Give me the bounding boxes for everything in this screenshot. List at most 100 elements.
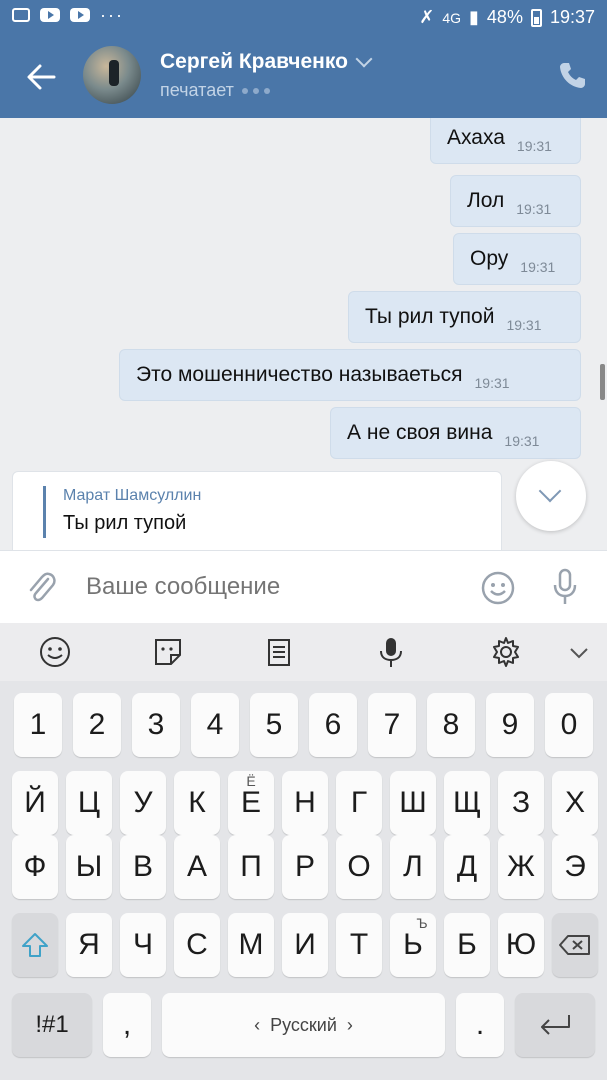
message-list[interactable]: Ахаха 19:31 Лол 19:31 Ору 19:31 Ты рил т…	[0, 118, 607, 550]
collapse-keyboard-icon[interactable]	[562, 635, 596, 669]
key-letter[interactable]: К	[174, 771, 220, 835]
key-letter[interactable]: Р	[282, 835, 328, 899]
message-text: Ору	[470, 247, 509, 270]
emoji-icon[interactable]	[38, 635, 72, 669]
key-letter[interactable]: О	[336, 835, 382, 899]
key-letter-soft[interactable]: Ъ Ь	[390, 913, 436, 977]
mute-icon: ✗	[419, 7, 435, 27]
keyboard-toolbar	[0, 623, 607, 681]
network-type: 4G	[442, 9, 462, 26]
youtube-notification-icon-2	[70, 8, 90, 22]
shift-arrow-icon	[22, 933, 48, 957]
message-time: 19:31	[516, 201, 552, 217]
message-text: Это мошенничество называеться	[136, 363, 463, 386]
key-letter[interactable]: А	[174, 835, 220, 899]
key-letter[interactable]: М	[228, 913, 274, 977]
key-letter[interactable]: Н	[282, 771, 328, 835]
typing-label: печатает	[160, 80, 234, 100]
key-letter[interactable]: З	[498, 771, 544, 835]
key-letter-e[interactable]: Ё Е	[228, 771, 274, 835]
space-key[interactable]: ‹ Русский ›	[162, 993, 445, 1057]
key-letter[interactable]: Д	[444, 835, 490, 899]
key-letter[interactable]: Б	[444, 913, 490, 977]
message-composer	[0, 550, 607, 623]
contact-name[interactable]: Сергей Кравченко	[160, 50, 373, 74]
message-bubble[interactable]: Лол 19:31	[450, 175, 581, 227]
avatar[interactable]	[83, 46, 141, 104]
message-input[interactable]	[86, 573, 446, 601]
key-letter[interactable]: Л	[390, 835, 436, 899]
message-text: А не своя вина	[347, 421, 493, 444]
key-alt-char: Ё	[246, 773, 256, 789]
key-letter[interactable]: Щ	[444, 771, 490, 835]
backspace-icon	[559, 935, 590, 955]
symbols-key[interactable]: !#1	[12, 993, 92, 1057]
key-letter[interactable]: Ш	[390, 771, 436, 835]
key-1[interactable]: 1	[14, 693, 62, 757]
key-letter[interactable]: Г	[336, 771, 382, 835]
key-letter[interactable]: Э	[552, 835, 598, 899]
attach-icon[interactable]	[26, 569, 56, 605]
key-6[interactable]: 6	[309, 693, 357, 757]
key-9[interactable]: 9	[486, 693, 534, 757]
key-letter[interactable]: Т	[336, 913, 382, 977]
key-letter[interactable]: С	[174, 913, 220, 977]
sticker-icon[interactable]	[151, 635, 185, 669]
key-letter[interactable]: В	[120, 835, 166, 899]
incoming-message-bubble[interactable]: Марат Шамсуллин Ты рил тупой	[12, 471, 502, 550]
key-letter[interactable]: Ц	[66, 771, 112, 835]
key-char: Ь	[403, 928, 423, 961]
scroll-down-button[interactable]	[516, 461, 586, 531]
key-7[interactable]: 7	[368, 693, 416, 757]
language-left-arrow-icon: ‹	[254, 1014, 261, 1035]
key-3[interactable]: 3	[132, 693, 180, 757]
microphone-icon[interactable]	[551, 567, 579, 607]
gallery-notification-icon	[12, 8, 30, 22]
key-letter[interactable]: И	[282, 913, 328, 977]
key-0[interactable]: 0	[545, 693, 593, 757]
key-letter[interactable]: У	[120, 771, 166, 835]
comma-key[interactable]: ,	[103, 993, 151, 1057]
key-letter[interactable]: Х	[552, 771, 598, 835]
key-letter[interactable]: Ю	[498, 913, 544, 977]
key-letter[interactable]: Й	[12, 771, 58, 835]
key-alt-char: Ъ	[416, 915, 428, 931]
key-letter[interactable]: Я	[66, 913, 112, 977]
key-2[interactable]: 2	[73, 693, 121, 757]
key-letter[interactable]: Ж	[498, 835, 544, 899]
enter-key[interactable]	[515, 993, 595, 1057]
space-key-label: ‹ Русский ›	[254, 1015, 353, 1036]
settings-gear-icon[interactable]	[489, 635, 523, 669]
key-letter[interactable]: П	[228, 835, 274, 899]
voice-input-icon[interactable]	[374, 635, 408, 669]
clipboard-icon[interactable]	[262, 635, 296, 669]
message-time: 19:31	[520, 259, 556, 275]
shift-key[interactable]	[12, 913, 58, 977]
message-bubble[interactable]: Это мошенничество называеться 19:31	[119, 349, 581, 401]
key-letter[interactable]: Ы	[66, 835, 112, 899]
more-notifications-icon: ···	[100, 5, 124, 25]
clock: 19:37	[549, 7, 595, 27]
message-bubble[interactable]: Ору 19:31	[453, 233, 581, 285]
key-8[interactable]: 8	[427, 693, 475, 757]
language-right-arrow-icon: ›	[346, 1014, 353, 1035]
key-5[interactable]: 5	[250, 693, 298, 757]
scrollbar-thumb[interactable]	[600, 364, 605, 400]
key-letter[interactable]: Ч	[120, 913, 166, 977]
typing-status: печатает	[160, 80, 270, 101]
period-key[interactable]: .	[456, 993, 504, 1057]
message-bubble[interactable]: Ты рил тупой 19:31	[348, 291, 581, 343]
keyboard: 1 2 3 4 5 6 7 8 9 0 Й Ц У К Ё Е Н Г Ш Щ …	[0, 623, 607, 1080]
back-arrow-icon[interactable]	[24, 60, 60, 94]
backspace-key[interactable]	[552, 913, 598, 977]
message-bubble[interactable]: А не своя вина 19:31	[330, 407, 581, 459]
key-letter[interactable]: Ф	[12, 835, 58, 899]
signal-icon: ▮	[469, 7, 479, 27]
chat-header: Сергей Кравченко печатает	[0, 36, 607, 118]
message-text: Лол	[467, 189, 505, 212]
message-bubble[interactable]: Ахаха 19:31	[430, 118, 581, 164]
phone-call-icon[interactable]	[557, 60, 587, 90]
message-time: 19:31	[474, 375, 510, 391]
emoji-icon[interactable]	[481, 571, 515, 605]
key-4[interactable]: 4	[191, 693, 239, 757]
